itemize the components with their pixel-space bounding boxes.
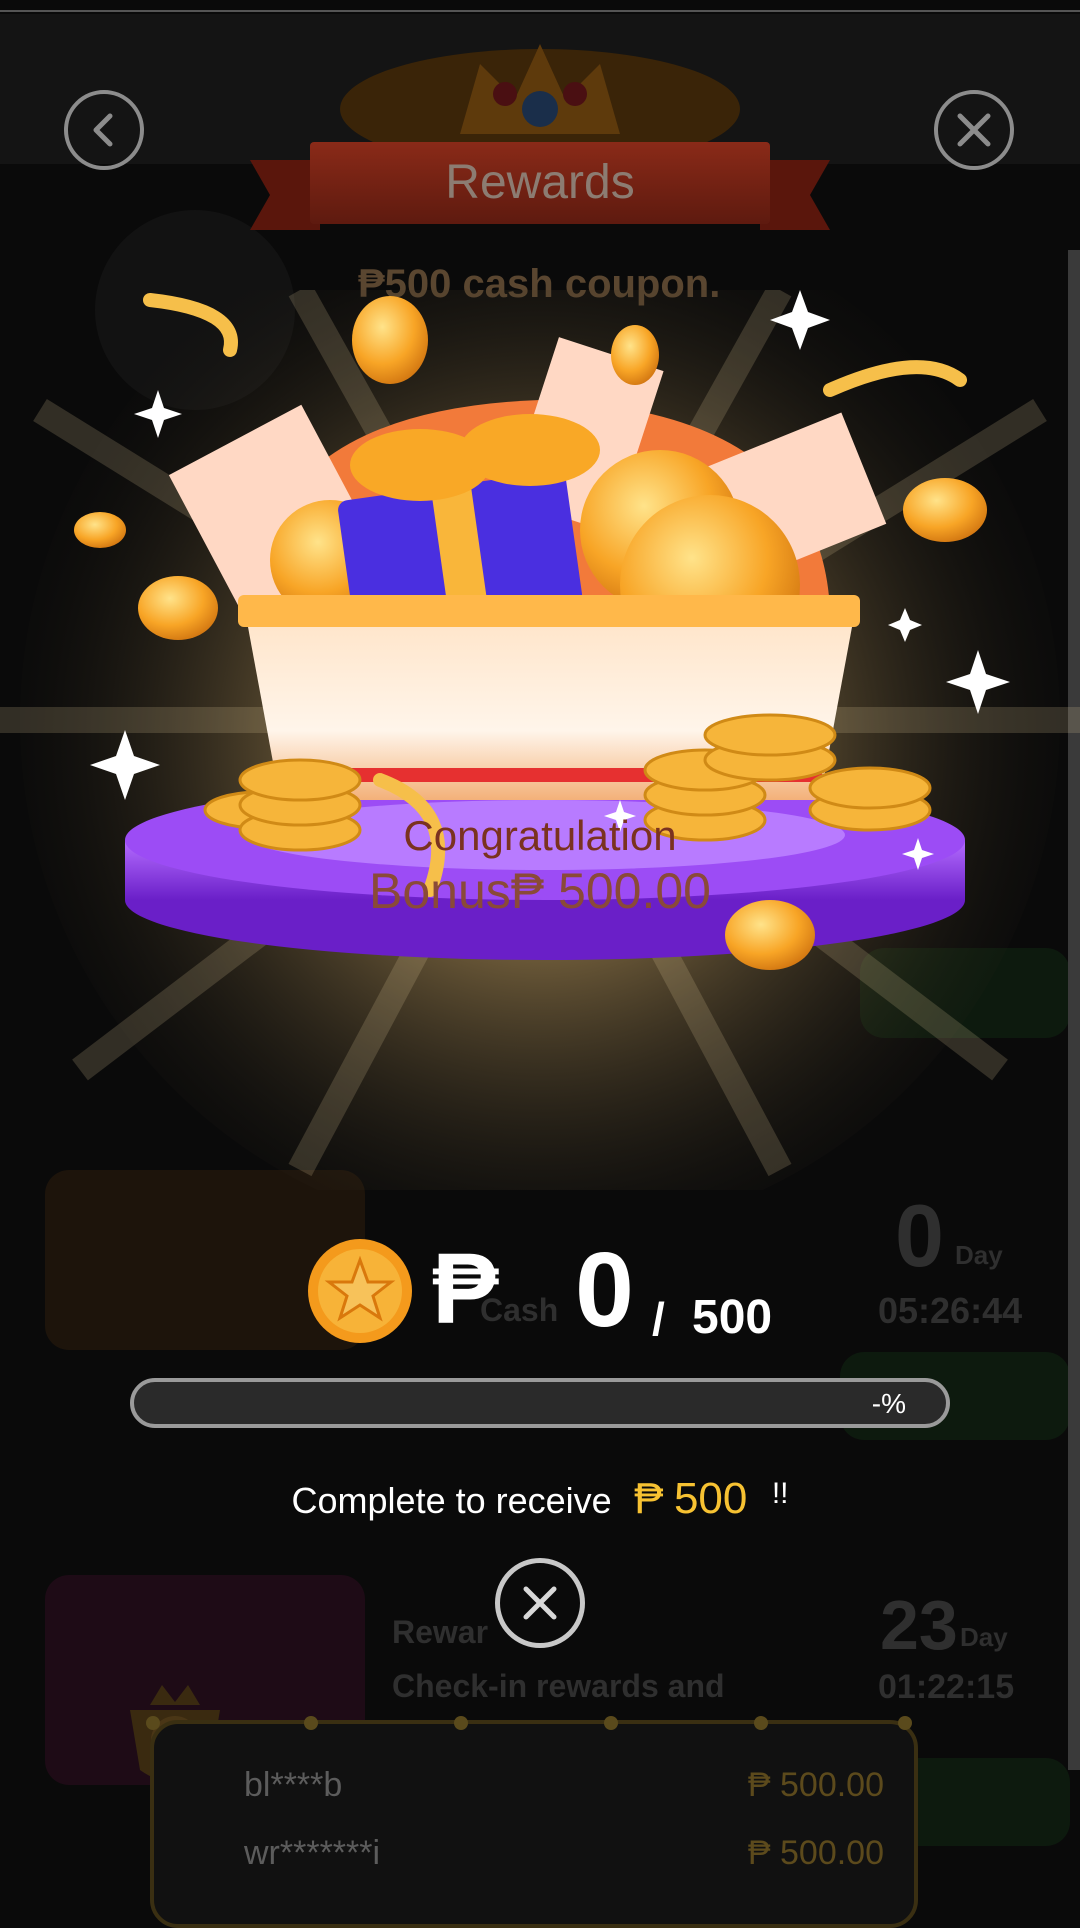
receive-suffix: !! — [771, 1477, 789, 1510]
close-button[interactable] — [934, 90, 1014, 170]
marquee-light — [304, 1716, 318, 1730]
chevron-left-icon — [93, 113, 113, 147]
progress-counter: ₱ 0 / 500 — [0, 1230, 1080, 1360]
currency-symbol: ₱ — [432, 1233, 499, 1345]
receive-currency: ₱ — [634, 1474, 664, 1523]
target-amount: 500 — [692, 1291, 773, 1344]
marquee-light — [604, 1716, 618, 1730]
marquee-light — [454, 1716, 468, 1730]
winner-row: wr*******i ₱ 500.00 — [244, 1834, 884, 1894]
marquee-light — [898, 1716, 912, 1730]
popup-close-button[interactable] — [495, 1558, 585, 1648]
amount-separator: / — [652, 1293, 665, 1345]
page-title: Rewards — [445, 156, 635, 209]
countdown-time-2: 01:22:15 — [878, 1668, 1015, 1706]
countdown-days-2: 23 — [880, 1586, 958, 1664]
task-desc-line2-2: Check-in rewards and — [392, 1668, 725, 1704]
receive-text: Complete to receive — [291, 1480, 612, 1521]
prize-chest-illustration — [0, 290, 1080, 1190]
congratulation-label: Congratulation — [403, 812, 677, 859]
winner-name: wr*******i — [244, 1834, 381, 1872]
bonus-amount-label: Bonus₱ 500.00 — [369, 863, 711, 919]
close-icon — [957, 113, 991, 147]
marquee-light — [754, 1716, 768, 1730]
status-divider — [0, 10, 1080, 12]
receive-message: Complete to receive ₱ 500 !! — [0, 1474, 1080, 1524]
winner-row: bl****b ₱ 500.00 — [244, 1766, 884, 1826]
current-amount: 0 — [575, 1231, 634, 1349]
star-coin-icon — [308, 1239, 412, 1343]
close-icon — [523, 1586, 557, 1620]
marquee-light — [146, 1716, 160, 1730]
countdown-day-unit-2: Day — [960, 1622, 1008, 1652]
task-desc-line1-2: Rewar — [392, 1614, 489, 1650]
progress-bar: -% — [130, 1378, 950, 1428]
winners-list: bl****b ₱ 500.00 wr*******i ₱ 500.00 — [146, 1716, 918, 1928]
winner-amount: ₱ 500.00 — [747, 1834, 884, 1872]
receive-amount: 500 — [673, 1474, 748, 1523]
back-button[interactable] — [64, 90, 144, 170]
rewards-banner: Rewards — [310, 142, 770, 224]
progress-percent-label: -% — [871, 1388, 906, 1419]
crown-icon — [340, 44, 740, 154]
winner-amount: ₱ 500.00 — [747, 1766, 884, 1804]
winner-name: bl****b — [244, 1766, 343, 1804]
